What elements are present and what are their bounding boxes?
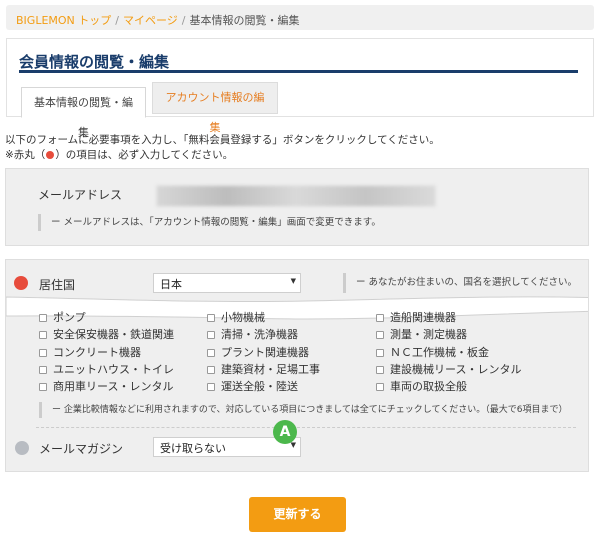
checkbox-icon[interactable] (207, 366, 215, 374)
checkbox-icon[interactable] (39, 383, 47, 391)
dropdown-arrow-icon: ▼ (290, 277, 296, 285)
checkbox-icon[interactable] (39, 349, 47, 357)
checkbox-icon[interactable] (376, 383, 384, 391)
checkbox-icon[interactable] (207, 314, 215, 322)
category-checkbox[interactable]: コンクリート機器 (39, 344, 141, 360)
checkbox-icon[interactable] (376, 366, 384, 374)
required-dot-icon (46, 151, 55, 159)
annotation-marker-a: A (273, 420, 297, 444)
tab-account-edit[interactable]: アカウント情報の編集 (152, 82, 278, 134)
category-checkbox[interactable]: 建築資材・足場工事 (207, 361, 320, 377)
intro-line-1: 以下のフォームに必要事項を入力し、「無料会員登録する」ボタンをクリックしてくださ… (5, 134, 440, 146)
category-checkbox[interactable]: 車両の取扱全般 (376, 378, 467, 394)
intro-line-2-suffix: ）の項目は、必ず入力してください。 (55, 149, 234, 161)
category-checkbox[interactable]: 商用車リース・レンタル (39, 378, 173, 394)
checkbox-icon[interactable] (39, 314, 47, 322)
torn-edge (6, 296, 588, 320)
checkbox-icon[interactable] (207, 383, 215, 391)
checkbox-icon[interactable] (207, 349, 215, 357)
breadcrumb-separator: / (181, 14, 186, 27)
breadcrumb-link-mypage[interactable]: マイページ (123, 14, 178, 27)
breadcrumb-link-top[interactable]: BIGLEMON トップ (16, 14, 111, 27)
dropdown-arrow-icon: ▼ (290, 441, 296, 449)
section-divider (36, 427, 576, 428)
checkbox-icon[interactable] (39, 331, 47, 339)
form-section: 居住国 日本 ▼ ー あなたがお住まいの、国名を選択してください。 ポンプ 小物… (5, 259, 589, 472)
email-section: メールアドレス ー メールアドレスは、「アカウント情報の閲覧・編集」画面で変更で… (5, 168, 589, 246)
checkbox-icon[interactable] (39, 366, 47, 374)
category-checkbox[interactable]: ＮＣ工作機械・板金 (376, 344, 489, 360)
category-checkbox[interactable]: 建設機械リース・レンタル (376, 361, 521, 377)
category-checkbox[interactable]: 造船関連機器 (376, 309, 456, 325)
categories-note: ー 企業比較情報などに利用されますので、対応している項目につきましては全てにチェ… (39, 402, 567, 418)
title-panel: 会員情報の閲覧・編集 アカウント情報の編集 基本情報の閲覧・編集 (6, 38, 594, 139)
email-label: メールアドレス (38, 188, 123, 202)
category-checkbox[interactable]: 安全保安機器・鉄道関連 (39, 326, 174, 342)
update-button[interactable]: 更新する (249, 497, 346, 532)
category-checkbox[interactable]: プラント関連機器 (207, 344, 309, 360)
title-underline (19, 70, 578, 73)
newsletter-select-value: 受け取らない (160, 442, 226, 455)
required-dot-icon (14, 276, 28, 290)
breadcrumb: BIGLEMON トップ / マイページ / 基本情報の閲覧・編集 (6, 5, 594, 30)
checkbox-icon[interactable] (207, 331, 215, 339)
category-checkbox[interactable]: 小物機械 (207, 309, 265, 325)
intro-line-2-prefix: ※赤丸（ (5, 149, 46, 161)
category-checkbox[interactable]: 運送全般・陸送 (207, 378, 298, 394)
checkbox-icon[interactable] (376, 331, 384, 339)
category-checkbox[interactable]: ユニットハウス・トイレ (39, 361, 174, 377)
tab-basic-info[interactable]: 基本情報の閲覧・編集 (21, 87, 146, 139)
newsletter-label: メールマガジン (39, 442, 124, 456)
intro-text: 以下のフォームに必要事項を入力し、「無料会員登録する」ボタンをクリックしてくださ… (5, 133, 440, 163)
category-checkbox[interactable]: 測量・測定機器 (376, 326, 467, 342)
email-value-redacted (156, 185, 436, 207)
intro-line-2: ※赤丸（ ）の項目は、必ず入力してください。 (5, 148, 440, 163)
email-note: ー メールアドレスは、「アカウント情報の閲覧・編集」画面で変更できます。 (38, 214, 381, 231)
checkbox-icon[interactable] (376, 349, 384, 357)
page-title: 会員情報の閲覧・編集 (19, 53, 170, 71)
optional-dot-icon (15, 441, 29, 455)
category-checkbox[interactable]: ポンプ (39, 309, 86, 325)
category-checkbox[interactable]: 清掃・洗浄機器 (207, 326, 298, 342)
breadcrumb-current: 基本情報の閲覧・編集 (189, 14, 300, 27)
breadcrumb-separator: / (115, 14, 119, 27)
checkbox-icon[interactable] (376, 314, 384, 322)
